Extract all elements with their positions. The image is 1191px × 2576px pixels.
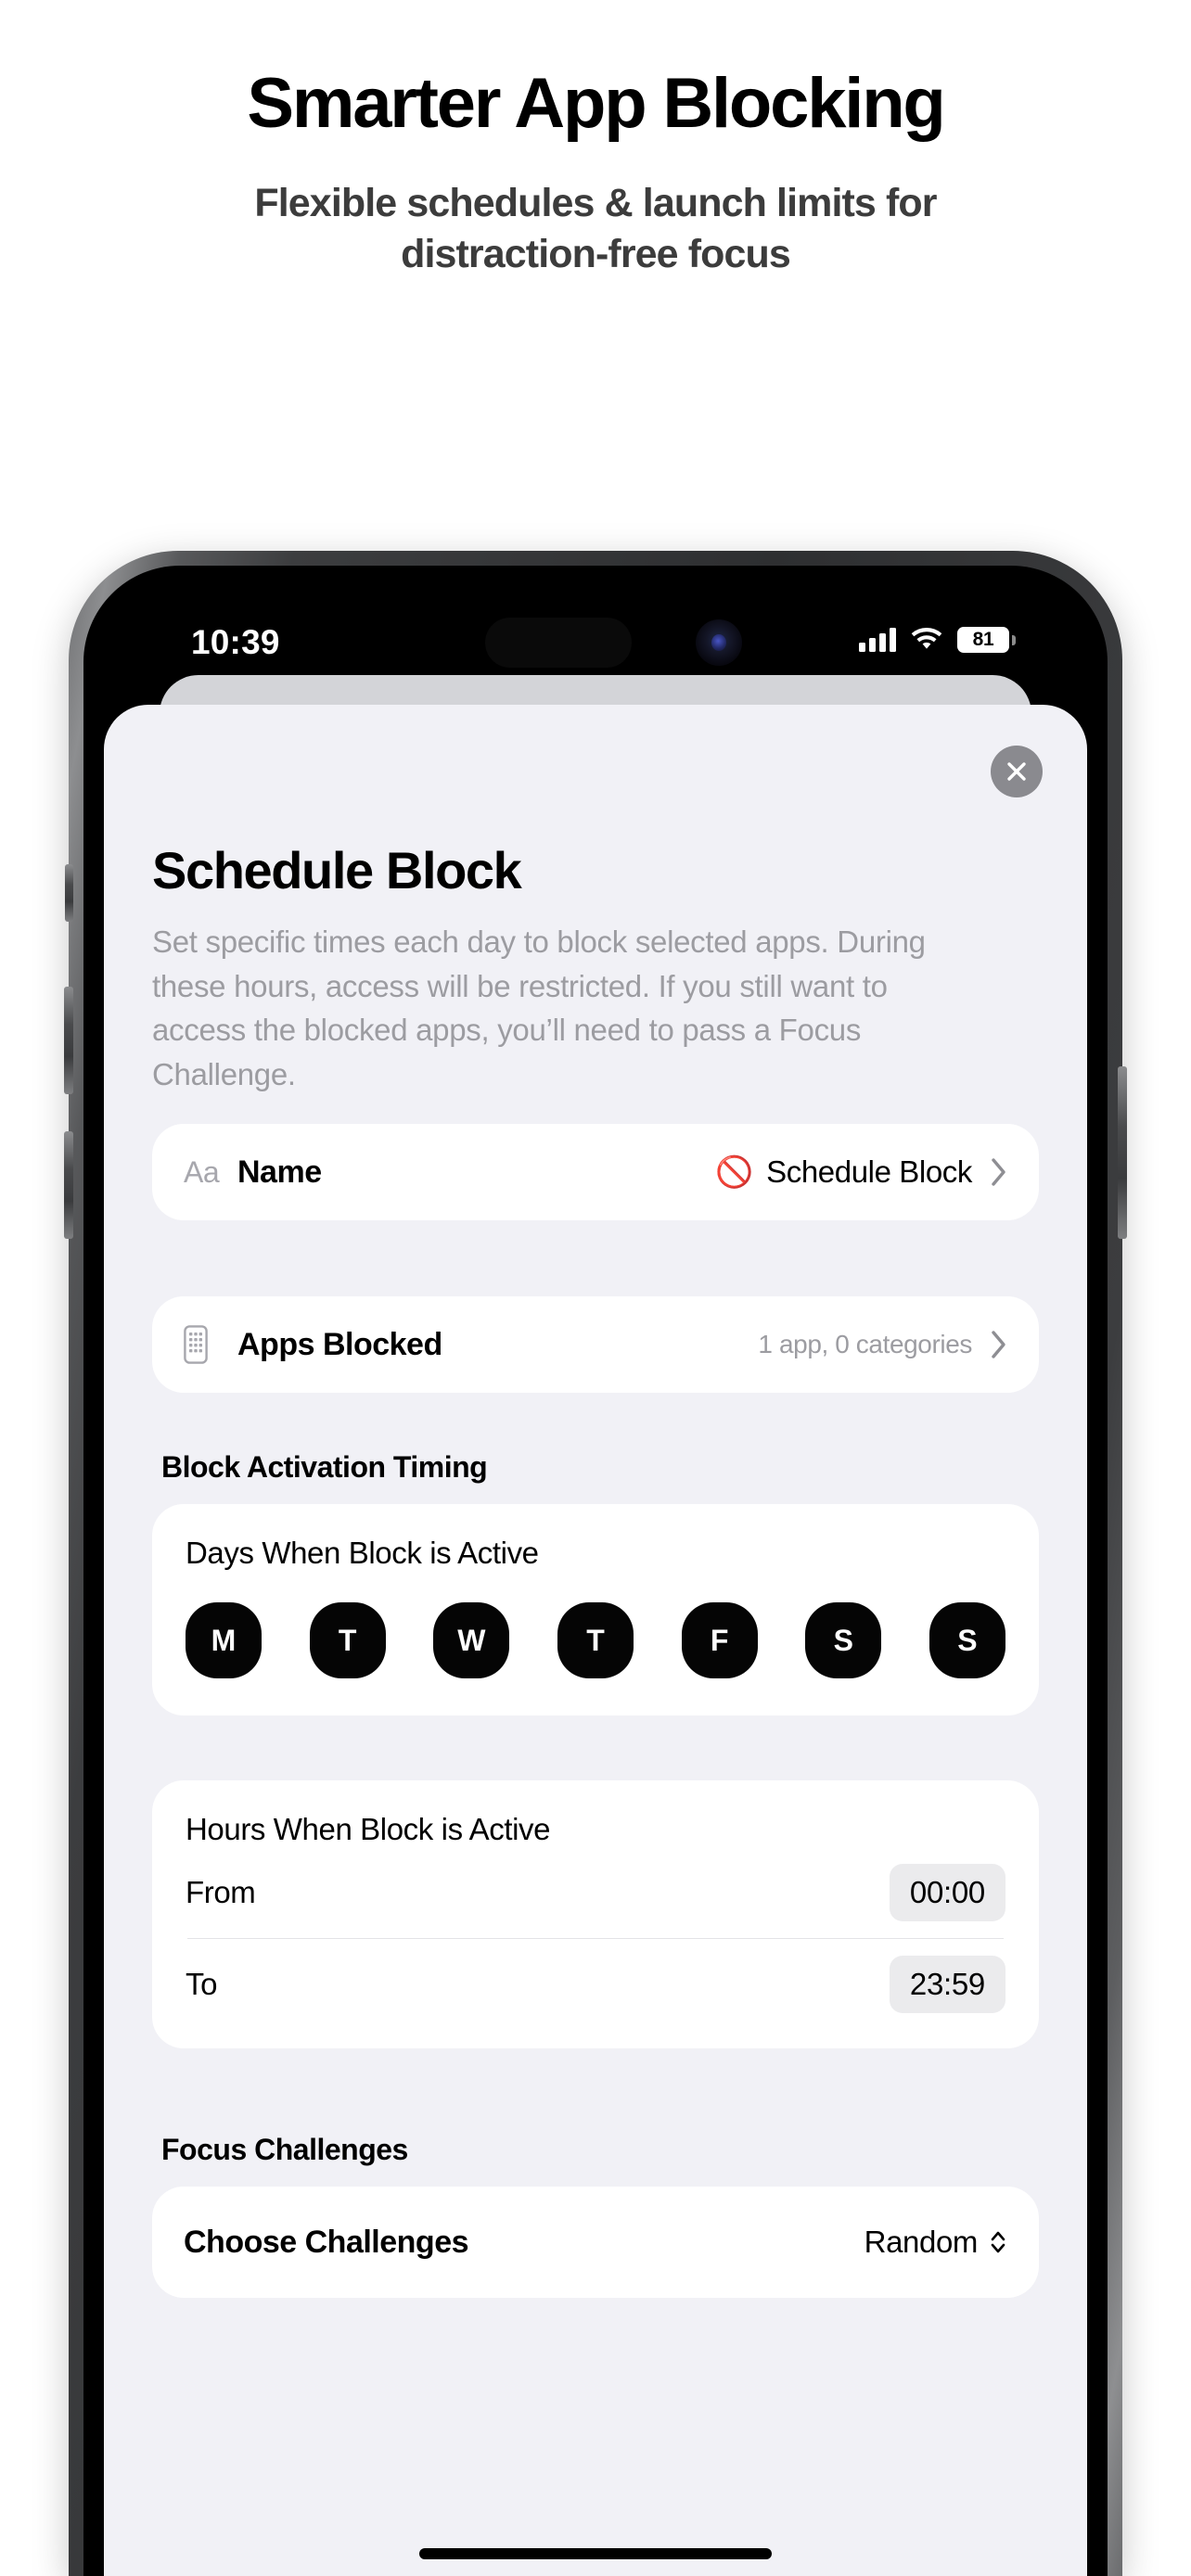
day-pill-wed[interactable]: W bbox=[433, 1602, 510, 1678]
choose-challenges-row[interactable]: Choose Challenges Random bbox=[152, 2187, 1039, 2298]
promo-header: Smarter App Blocking Flexible schedules … bbox=[0, 0, 1191, 280]
chevron-right-icon bbox=[991, 1330, 1007, 1359]
day-pill-sun[interactable]: S bbox=[928, 1602, 1005, 1678]
day-pill-thu[interactable]: T bbox=[557, 1602, 634, 1678]
page-title: Smarter App Blocking bbox=[247, 64, 946, 143]
status-bar: 10:39 81 bbox=[104, 586, 1087, 708]
home-indicator[interactable] bbox=[419, 2548, 772, 2559]
name-row-value: 🚫 Schedule Block bbox=[715, 1154, 972, 1191]
day-pill-sat[interactable]: S bbox=[805, 1602, 882, 1678]
close-x-glyph bbox=[1007, 762, 1026, 781]
days-card-title: Days When Block is Active bbox=[186, 1536, 539, 1570]
wifi-icon bbox=[911, 628, 942, 649]
battery-icon: 81 bbox=[957, 627, 1016, 653]
dynamic-island bbox=[485, 618, 632, 668]
chevron-right-icon bbox=[991, 1157, 1007, 1187]
power-button[interactable] bbox=[1118, 1066, 1127, 1239]
hours-card-title: Hours When Block is Active bbox=[186, 1812, 551, 1846]
chevron-up-down-icon bbox=[991, 2231, 1005, 2253]
page-subtitle: Flexible schedules & launch limits for d… bbox=[254, 181, 937, 277]
time-to-label: To bbox=[186, 1967, 218, 2001]
volume-up-button[interactable] bbox=[64, 987, 73, 1094]
apps-blocked-label: Apps Blocked bbox=[237, 1326, 442, 1362]
name-row-label: Name bbox=[237, 1154, 322, 1190]
cellular-bars-icon bbox=[859, 628, 896, 652]
choose-challenges-label: Choose Challenges bbox=[184, 2224, 469, 2260]
section-header-focus: Focus Challenges bbox=[161, 2133, 408, 2166]
status-bar-time: 10:39 bbox=[191, 623, 280, 661]
day-pill-mon[interactable]: M bbox=[186, 1602, 262, 1678]
day-selector: M T W T F S S bbox=[186, 1602, 1005, 1678]
silent-switch-button[interactable] bbox=[65, 864, 73, 922]
no-entry-emoji-icon: 🚫 bbox=[715, 1154, 754, 1189]
choose-challenges-value-text: Random bbox=[864, 2225, 979, 2259]
time-to-row[interactable]: To 23:59 bbox=[186, 1939, 1005, 2030]
time-from-row[interactable]: From 00:00 bbox=[186, 1847, 1005, 1938]
phone-screen: 10:39 81 Schedule Block Set specific tim… bbox=[104, 586, 1087, 2576]
hours-card: Hours When Block is Active From 00:00 To… bbox=[152, 1780, 1039, 2048]
day-pill-fri[interactable]: F bbox=[681, 1602, 758, 1678]
volume-down-button[interactable] bbox=[64, 1131, 73, 1239]
text-format-icon: Aa bbox=[184, 1154, 220, 1189]
sheet-description: Set specific times each day to block sel… bbox=[152, 925, 926, 1091]
time-from-value[interactable]: 00:00 bbox=[889, 1864, 1005, 1921]
days-card: Days When Block is Active M T W T F S S bbox=[152, 1504, 1039, 1715]
apps-blocked-value: 1 app, 0 categories bbox=[758, 1330, 972, 1358]
day-pill-tue[interactable]: T bbox=[309, 1602, 386, 1678]
phone-device-mockup: 10:39 81 Schedule Block Set specific tim… bbox=[64, 551, 1127, 2576]
time-to-value[interactable]: 23:59 bbox=[889, 1956, 1005, 2013]
sheet-content: Schedule Block Set specific times each d… bbox=[104, 705, 1087, 2576]
sheet-title: Schedule Block bbox=[152, 841, 522, 899]
schedule-block-sheet: Schedule Block Set specific times each d… bbox=[104, 705, 1087, 2576]
apps-blocked-row[interactable]: Apps Blocked 1 app, 0 categories bbox=[152, 1296, 1039, 1393]
time-from-label: From bbox=[186, 1875, 256, 1909]
status-bar-indicators: 81 bbox=[859, 623, 1016, 657]
name-row[interactable]: Aa Name 🚫 Schedule Block bbox=[152, 1124, 1039, 1220]
choose-challenges-value[interactable]: Random bbox=[864, 2225, 1007, 2260]
name-row-value-text: Schedule Block bbox=[766, 1154, 972, 1189]
front-camera-icon bbox=[696, 619, 742, 666]
phone-apps-icon bbox=[184, 1325, 228, 1364]
section-header-timing: Block Activation Timing bbox=[161, 1450, 488, 1484]
close-icon[interactable] bbox=[991, 746, 1043, 797]
